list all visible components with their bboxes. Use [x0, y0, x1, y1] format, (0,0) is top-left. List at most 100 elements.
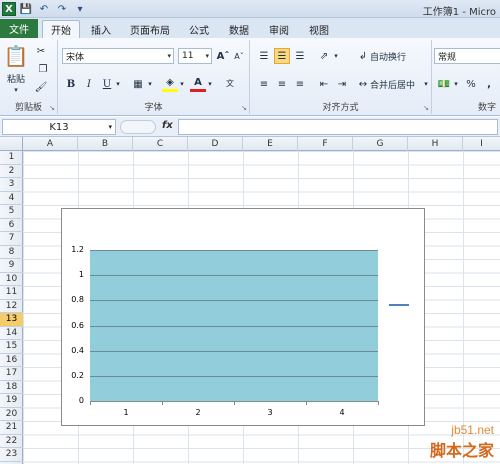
- tab-formulas[interactable]: 公式: [182, 20, 216, 38]
- paste-dropdown-icon[interactable]: ▾: [8, 85, 24, 95]
- row-header[interactable]: 18: [0, 381, 23, 394]
- align-center-icon[interactable]: ≡: [274, 76, 290, 92]
- align-top-icon[interactable]: ☰: [256, 48, 272, 64]
- column-header[interactable]: G: [353, 137, 408, 151]
- row-header[interactable]: 5: [0, 205, 23, 219]
- redo-icon[interactable]: ↷: [54, 2, 70, 17]
- row-header[interactable]: 4: [0, 192, 23, 205]
- column-header[interactable]: I: [463, 137, 500, 151]
- row-header[interactable]: 9: [0, 259, 23, 273]
- tab-file[interactable]: 文件: [0, 19, 38, 38]
- row-header[interactable]: 1: [0, 151, 23, 165]
- orientation-icon[interactable]: ⇗: [316, 48, 332, 64]
- font-size-select[interactable]: 11 ▾: [178, 48, 212, 64]
- row-header[interactable]: 20: [0, 408, 23, 421]
- save-icon[interactable]: 💾: [18, 2, 34, 17]
- font-color-icon[interactable]: A: [190, 76, 206, 92]
- column-header[interactable]: A: [23, 137, 78, 151]
- shrink-font-icon[interactable]: Aˇ: [232, 48, 246, 64]
- align-left-icon[interactable]: ≡: [256, 76, 272, 92]
- alignment-launcher-icon[interactable]: ↘: [423, 104, 429, 112]
- row-header[interactable]: 12: [0, 300, 23, 313]
- select-all-corner[interactable]: [0, 137, 23, 151]
- data-bar[interactable]: [234, 250, 306, 401]
- tab-view[interactable]: 视图: [302, 20, 336, 38]
- increase-indent-icon[interactable]: ⇥: [334, 76, 350, 92]
- undo-icon[interactable]: ↶: [36, 2, 52, 17]
- percent-icon[interactable]: %: [464, 76, 478, 92]
- number-format-select[interactable]: 常规: [434, 48, 500, 64]
- row-header[interactable]: 11: [0, 286, 23, 300]
- merge-dropdown-icon[interactable]: ▾: [422, 76, 430, 92]
- legend-entry-marker[interactable]: [389, 304, 409, 306]
- row-header[interactable]: 23: [0, 448, 23, 462]
- column-header[interactable]: F: [298, 137, 353, 151]
- data-bar[interactable]: [90, 250, 162, 401]
- accounting-dropdown-icon[interactable]: ▾: [452, 76, 460, 92]
- merge-center-icon[interactable]: ↔: [356, 76, 370, 92]
- wrap-text-icon[interactable]: ↲: [356, 48, 370, 64]
- fill-color-icon[interactable]: ◈: [162, 76, 178, 92]
- row-header[interactable]: 8: [0, 246, 23, 259]
- row-header[interactable]: 13: [0, 313, 23, 327]
- cut-icon[interactable]: ✂: [34, 44, 48, 58]
- row-header[interactable]: 10: [0, 273, 23, 286]
- font-color-dropdown-icon[interactable]: ▾: [206, 76, 214, 92]
- row-header[interactable]: 15: [0, 340, 23, 354]
- font-launcher-icon[interactable]: ↘: [241, 104, 247, 112]
- name-box[interactable]: K13 ▾: [2, 119, 116, 135]
- row-header[interactable]: 3: [0, 178, 23, 192]
- row-header[interactable]: 7: [0, 232, 23, 246]
- formula-bar-splitter[interactable]: [120, 120, 156, 134]
- data-bar[interactable]: [162, 250, 234, 401]
- format-painter-icon[interactable]: 🖌: [34, 80, 48, 94]
- merge-center-button[interactable]: 合并后居中: [370, 76, 424, 92]
- paste-icon[interactable]: 📋: [4, 42, 29, 70]
- row-header[interactable]: 21: [0, 421, 23, 435]
- row-header[interactable]: 14: [0, 327, 23, 340]
- row-header[interactable]: 22: [0, 435, 23, 448]
- borders-icon[interactable]: ▦: [130, 76, 146, 92]
- accounting-format-icon[interactable]: 💵: [436, 76, 452, 92]
- orientation-dropdown-icon[interactable]: ▾: [332, 48, 340, 64]
- row-header[interactable]: 16: [0, 354, 23, 367]
- tab-data[interactable]: 数据: [222, 20, 256, 38]
- row-header[interactable]: 17: [0, 367, 23, 381]
- column-header[interactable]: D: [188, 137, 243, 151]
- clipboard-launcher-icon[interactable]: ↘: [49, 104, 55, 112]
- tab-home[interactable]: 开始: [42, 20, 80, 38]
- italic-icon[interactable]: I: [82, 76, 96, 92]
- column-header[interactable]: B: [78, 137, 133, 151]
- tab-review[interactable]: 审阅: [262, 20, 296, 38]
- font-name-select[interactable]: 宋体 ▾: [62, 48, 174, 64]
- tab-insert[interactable]: 插入: [84, 20, 118, 38]
- column-header[interactable]: C: [133, 137, 188, 151]
- align-bottom-icon[interactable]: ☰: [292, 48, 308, 64]
- borders-dropdown-icon[interactable]: ▾: [146, 76, 154, 92]
- phonetic-icon[interactable]: 文: [220, 74, 240, 92]
- fill-color-dropdown-icon[interactable]: ▾: [178, 76, 186, 92]
- plot-area[interactable]: [90, 250, 378, 401]
- underline-icon[interactable]: U: [100, 76, 114, 92]
- tab-page-layout[interactable]: 页面布局: [124, 20, 176, 38]
- insert-function-icon[interactable]: fx: [162, 120, 173, 131]
- grow-font-icon[interactable]: Aˆ: [216, 48, 230, 64]
- paste-button[interactable]: 粘贴: [2, 72, 30, 85]
- chart-area[interactable]: 0 0.2 0.4 0.6 0.8 1 1.2 1 2 3 4: [61, 208, 425, 426]
- row-header[interactable]: 6: [0, 219, 23, 232]
- copy-icon[interactable]: ❐: [34, 62, 52, 76]
- column-header[interactable]: H: [408, 137, 463, 151]
- data-bar[interactable]: [306, 250, 378, 401]
- align-middle-icon[interactable]: ☰: [274, 48, 290, 64]
- column-header[interactable]: E: [243, 137, 298, 151]
- comma-style-icon[interactable]: ,: [482, 76, 496, 92]
- formula-input[interactable]: [178, 119, 498, 135]
- row-header[interactable]: 2: [0, 165, 23, 178]
- align-right-icon[interactable]: ≡: [292, 76, 308, 92]
- decrease-indent-icon[interactable]: ⇤: [316, 76, 332, 92]
- underline-dropdown-icon[interactable]: ▾: [114, 76, 122, 92]
- row-header[interactable]: 19: [0, 394, 23, 408]
- customize-qat-icon[interactable]: ▾: [72, 2, 88, 17]
- bold-icon[interactable]: B: [64, 76, 78, 92]
- wrap-text-button[interactable]: 自动换行: [370, 48, 420, 64]
